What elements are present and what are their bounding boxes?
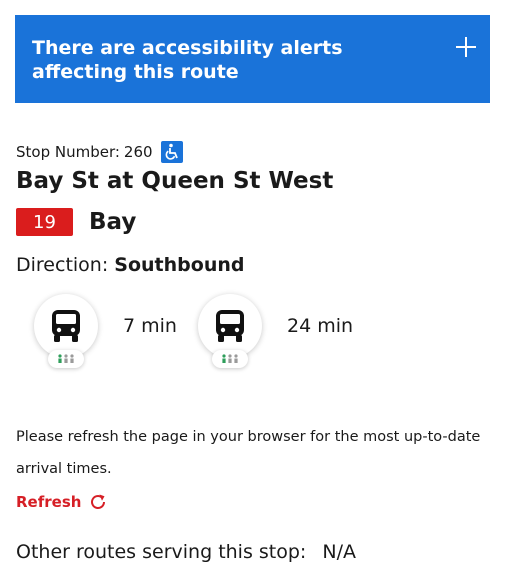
arrival-item: 7 min xyxy=(34,294,177,368)
direction-label: Direction: xyxy=(16,254,109,276)
other-routes-label: Other routes serving this stop: xyxy=(16,541,307,563)
stop-number-label: Stop Number: xyxy=(16,143,120,161)
refresh-button[interactable]: Refresh xyxy=(16,493,107,511)
refresh-icon xyxy=(91,494,106,509)
wheelchair-icon xyxy=(160,141,183,163)
crowding-icon xyxy=(212,350,248,368)
other-routes-value: N/A xyxy=(322,541,357,563)
stop-number-value: 260 xyxy=(123,143,153,161)
route-row: 19 Bay xyxy=(16,208,136,236)
stop-number: Stop Number: 260 xyxy=(16,141,183,163)
accessibility-alert-banner[interactable]: There are accessibility alerts affecting… xyxy=(15,15,490,103)
refresh-notice: Please refresh the page in your browser … xyxy=(16,429,481,477)
direction: Direction: Southbound xyxy=(16,254,244,276)
bus-icon xyxy=(198,294,262,368)
route-name: Bay xyxy=(89,209,137,235)
plus-icon[interactable] xyxy=(454,35,478,59)
stop-name: Bay St at Queen St West xyxy=(16,168,334,194)
refresh-label: Refresh xyxy=(16,493,82,511)
arrival-time: 7 min xyxy=(123,315,177,337)
other-routes: Other routes serving this stop: N/A xyxy=(16,541,356,563)
bus-icon xyxy=(34,294,98,368)
arrival-item: 24 min xyxy=(198,294,354,368)
crowding-icon xyxy=(48,350,84,368)
arrival-time: 24 min xyxy=(287,315,354,337)
direction-value: Southbound xyxy=(114,254,245,276)
route-number-badge: 19 xyxy=(16,208,73,236)
alert-text: There are accessibility alerts affecting… xyxy=(32,37,343,83)
